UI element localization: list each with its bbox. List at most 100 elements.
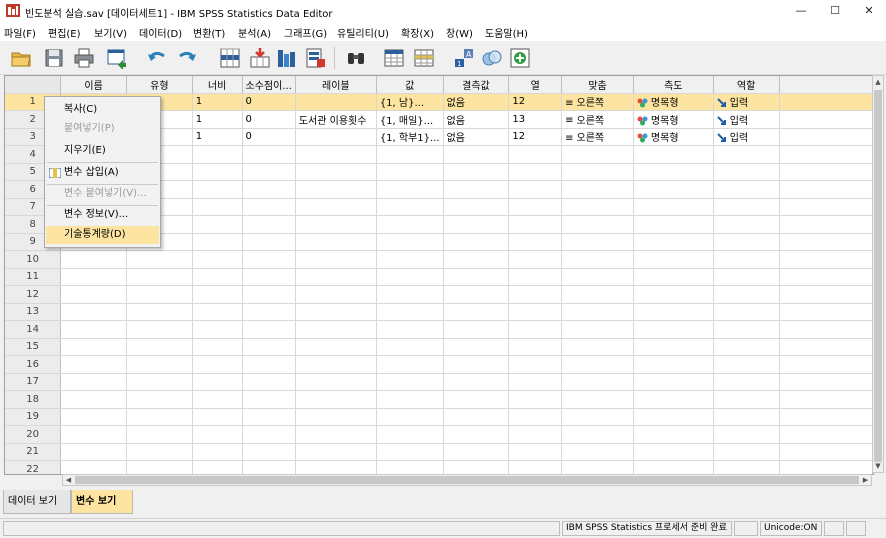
empty-row[interactable]: 10 [5, 250, 873, 269]
empty-cell[interactable] [443, 443, 510, 461]
minimize-button[interactable]: — [784, 0, 818, 22]
empty-cell[interactable] [508, 145, 563, 164]
empty-cell[interactable] [508, 320, 563, 339]
empty-cell[interactable] [713, 268, 780, 286]
menu-view[interactable]: 보기(V) [94, 25, 127, 40]
row-number[interactable]: 20 [5, 425, 62, 444]
empty-row[interactable]: 22 [5, 460, 873, 474]
empty-cell[interactable] [376, 303, 444, 321]
row-number[interactable]: 11 [5, 268, 62, 286]
empty-cell[interactable] [60, 355, 127, 374]
scroll-right-arrow-icon[interactable]: ▶ [860, 475, 871, 485]
empty-cell[interactable] [779, 285, 873, 304]
empty-cell[interactable] [295, 198, 377, 216]
empty-cell[interactable] [508, 425, 563, 444]
empty-cell[interactable] [242, 373, 296, 391]
empty-cell[interactable] [508, 163, 563, 181]
empty-cell[interactable] [242, 355, 296, 374]
empty-cell[interactable] [295, 460, 377, 474]
menu-item-descriptives[interactable]: 기술통계량(D) [46, 226, 159, 244]
menu-data[interactable]: 데이터(D) [139, 25, 182, 40]
empty-cell[interactable] [508, 373, 563, 391]
menu-utilities[interactable]: 유틸리티(U) [337, 25, 389, 40]
empty-cell[interactable] [443, 303, 510, 321]
empty-cell[interactable] [192, 373, 243, 391]
empty-cell[interactable] [561, 163, 634, 181]
cell-decimals[interactable]: 0 [242, 110, 296, 129]
empty-cell[interactable] [508, 180, 563, 199]
empty-cell[interactable] [443, 338, 510, 356]
menu-item-variable-info[interactable]: 변수 정보(V)... [46, 206, 159, 224]
empty-cell[interactable] [713, 460, 780, 474]
empty-cell[interactable] [242, 425, 296, 444]
empty-cell[interactable] [508, 460, 563, 474]
empty-cell[interactable] [713, 163, 780, 181]
empty-cell[interactable] [295, 408, 377, 426]
empty-cell[interactable] [242, 215, 296, 234]
empty-cell[interactable] [633, 163, 714, 181]
empty-cell[interactable] [561, 460, 634, 474]
empty-cell[interactable] [561, 443, 634, 461]
empty-cell[interactable] [192, 215, 243, 234]
empty-cell[interactable] [126, 373, 193, 391]
empty-cell[interactable] [561, 198, 634, 216]
empty-cell[interactable] [779, 373, 873, 391]
empty-row[interactable]: 11 [5, 268, 873, 286]
open-folder-icon[interactable] [10, 47, 32, 69]
empty-cell[interactable] [713, 303, 780, 321]
cell-label[interactable] [295, 128, 377, 146]
empty-cell[interactable] [633, 338, 714, 356]
empty-cell[interactable] [126, 425, 193, 444]
empty-cell[interactable] [242, 338, 296, 356]
empty-cell[interactable] [633, 233, 714, 251]
empty-cell[interactable] [713, 373, 780, 391]
empty-cell[interactable] [508, 198, 563, 216]
empty-cell[interactable] [443, 320, 510, 339]
empty-cell[interactable] [60, 320, 127, 339]
row-number[interactable]: 17 [5, 373, 62, 391]
empty-cell[interactable] [295, 268, 377, 286]
empty-cell[interactable] [376, 320, 444, 339]
empty-cell[interactable] [376, 373, 444, 391]
undo-icon[interactable] [146, 47, 168, 69]
empty-row[interactable]: 17 [5, 373, 873, 391]
row-number[interactable]: 10 [5, 250, 62, 269]
menu-item-paste-variables[interactable]: 변수 붙여넣기(V)... [46, 185, 159, 203]
empty-cell[interactable] [295, 425, 377, 444]
empty-cell[interactable] [443, 215, 510, 234]
empty-cell[interactable] [126, 285, 193, 304]
empty-cell[interactable] [633, 373, 714, 391]
empty-cell[interactable] [633, 145, 714, 164]
empty-cell[interactable] [126, 355, 193, 374]
empty-cell[interactable] [242, 163, 296, 181]
empty-cell[interactable] [779, 320, 873, 339]
empty-cell[interactable] [633, 215, 714, 234]
empty-cell[interactable] [561, 338, 634, 356]
recall-dialog-icon[interactable] [106, 47, 128, 69]
empty-cell[interactable] [779, 425, 873, 444]
empty-cell[interactable] [443, 198, 510, 216]
empty-cell[interactable] [561, 408, 634, 426]
empty-cell[interactable] [713, 250, 780, 269]
empty-cell[interactable] [779, 198, 873, 216]
empty-cell[interactable] [376, 233, 444, 251]
empty-row[interactable]: 21 [5, 443, 873, 461]
empty-cell[interactable] [561, 145, 634, 164]
empty-cell[interactable] [779, 163, 873, 181]
empty-cell[interactable] [295, 373, 377, 391]
empty-cell[interactable] [633, 320, 714, 339]
empty-row[interactable]: 12 [5, 285, 873, 304]
cell-width[interactable]: 1 [192, 93, 243, 111]
maximize-button[interactable]: ☐ [818, 0, 852, 22]
empty-cell[interactable] [242, 408, 296, 426]
column-header-label[interactable]: 레이블 [295, 76, 377, 94]
empty-cell[interactable] [295, 390, 377, 409]
cell-width[interactable]: 1 [192, 110, 243, 129]
column-header-name[interactable]: 이름 [60, 76, 127, 94]
empty-cell[interactable] [508, 408, 563, 426]
empty-cell[interactable] [561, 250, 634, 269]
cell-width[interactable]: 1 [192, 128, 243, 146]
menu-item-clear[interactable]: 지우기(E) [46, 142, 159, 160]
empty-cell[interactable] [713, 425, 780, 444]
empty-cell[interactable] [242, 303, 296, 321]
